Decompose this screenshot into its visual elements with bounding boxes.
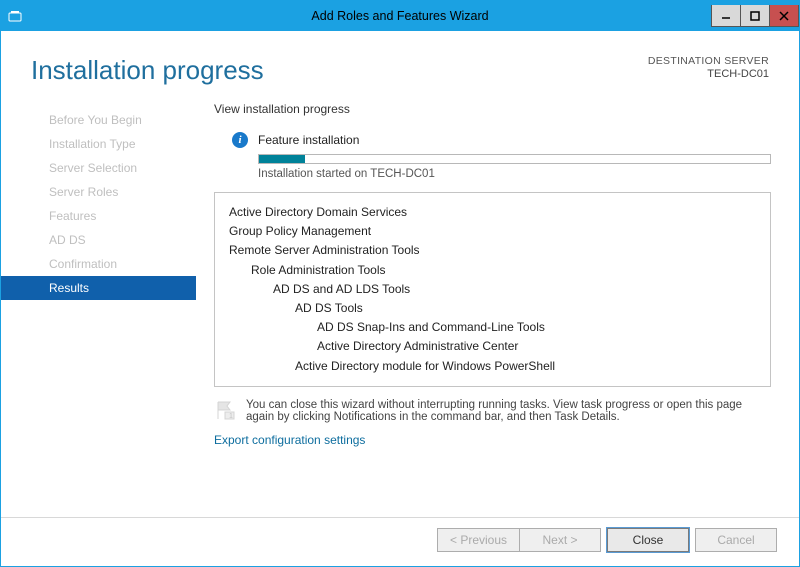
previous-button[interactable]: < Previous	[437, 528, 519, 552]
wizard-step-features: Features	[1, 204, 196, 228]
wizard-step-installation-type: Installation Type	[1, 132, 196, 156]
minimize-button[interactable]	[711, 5, 741, 27]
titlebar[interactable]: Add Roles and Features Wizard	[1, 1, 799, 31]
window-controls	[712, 5, 799, 27]
next-button[interactable]: Next >	[519, 528, 601, 552]
wizard-step-results: Results	[1, 276, 196, 300]
status-row: i Feature installation	[214, 132, 771, 148]
tip-text: You can close this wizard without interr…	[246, 399, 771, 423]
installation-items-box: Active Directory Domain ServicesGroup Po…	[214, 192, 771, 387]
wizard-window: Add Roles and Features Wizard Installati…	[0, 0, 800, 567]
install-item: AD DS and AD LDS Tools	[229, 280, 756, 299]
instruction-text: View installation progress	[214, 102, 771, 116]
destination-label: DESTINATION SERVER	[648, 55, 769, 67]
content-area: Installation progress DESTINATION SERVER…	[1, 31, 799, 566]
page-title: Installation progress	[31, 55, 264, 86]
progress-bar	[258, 154, 771, 164]
wizard-step-before-you-begin: Before You Begin	[1, 108, 196, 132]
body-row: Before You BeginInstallation TypeServer …	[1, 96, 799, 517]
button-row: < Previous Next > Close Cancel	[1, 517, 799, 566]
destination-server: TECH-DC01	[648, 68, 769, 80]
wizard-step-confirmation: Confirmation	[1, 252, 196, 276]
app-icon	[7, 8, 23, 24]
install-item: Active Directory module for Windows Powe…	[229, 357, 756, 376]
progress-label: Installation started on TECH-DC01	[258, 168, 771, 180]
wizard-steps-sidebar: Before You BeginInstallation TypeServer …	[1, 102, 196, 517]
nav-button-group: < Previous Next >	[437, 528, 601, 552]
status-text: Feature installation	[258, 133, 359, 147]
install-item: Remote Server Administration Tools	[229, 241, 756, 260]
close-window-button[interactable]	[769, 5, 799, 27]
progress-fill	[259, 155, 305, 163]
main-panel: View installation progress i Feature ins…	[196, 102, 799, 517]
wizard-step-ad-ds: AD DS	[1, 228, 196, 252]
maximize-button[interactable]	[740, 5, 770, 27]
flag-icon: 1	[214, 399, 236, 421]
install-item: Role Administration Tools	[229, 261, 756, 280]
wizard-step-server-roles: Server Roles	[1, 180, 196, 204]
tip-row: 1 You can close this wizard without inte…	[214, 399, 771, 423]
close-button[interactable]: Close	[607, 528, 689, 552]
install-item: Group Policy Management	[229, 222, 756, 241]
header-row: Installation progress DESTINATION SERVER…	[1, 31, 799, 96]
install-item: AD DS Tools	[229, 299, 756, 318]
svg-text:1: 1	[229, 413, 233, 420]
install-item: AD DS Snap-Ins and Command-Line Tools	[229, 318, 756, 337]
install-item: Active Directory Administrative Center	[229, 337, 756, 356]
info-icon: i	[232, 132, 248, 148]
install-item: Active Directory Domain Services	[229, 203, 756, 222]
window-title: Add Roles and Features Wizard	[311, 9, 488, 23]
wizard-step-server-selection: Server Selection	[1, 156, 196, 180]
destination-info: DESTINATION SERVER TECH-DC01	[648, 55, 769, 80]
cancel-button[interactable]: Cancel	[695, 528, 777, 552]
export-config-link[interactable]: Export configuration settings	[214, 433, 771, 447]
